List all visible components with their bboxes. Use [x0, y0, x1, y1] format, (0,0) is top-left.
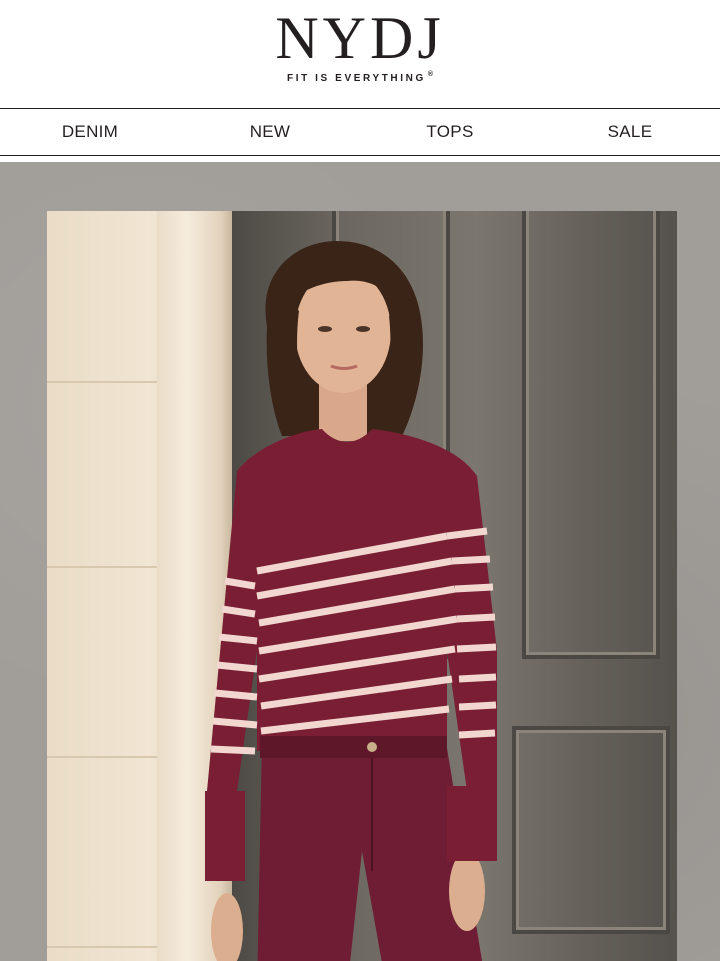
- nav-item-denim[interactable]: DENIM: [0, 109, 180, 155]
- nav-item-sale[interactable]: SALE: [540, 109, 720, 155]
- tagline-text: FIT IS EVERYTHING: [286, 73, 426, 84]
- hero-banner[interactable]: [0, 162, 720, 961]
- wall-seam: [47, 381, 157, 383]
- nav-item-new[interactable]: NEW: [180, 109, 360, 155]
- model-figure: [205, 241, 497, 961]
- hero-photo[interactable]: [47, 211, 677, 961]
- email-header: NYDJ FIT IS EVERYTHING ®: [0, 0, 720, 108]
- wall-seam: [47, 946, 157, 948]
- registered-mark: ®: [427, 71, 433, 78]
- brand-tagline: FIT IS EVERYTHING ®: [0, 71, 720, 84]
- top-navigation: DENIM NEW TOPS SALE: [0, 108, 720, 156]
- nav-item-tops[interactable]: TOPS: [360, 109, 540, 155]
- brand-logo[interactable]: NYDJ: [0, 6, 720, 70]
- wall-seam: [47, 566, 157, 568]
- wall-seam: [47, 756, 157, 758]
